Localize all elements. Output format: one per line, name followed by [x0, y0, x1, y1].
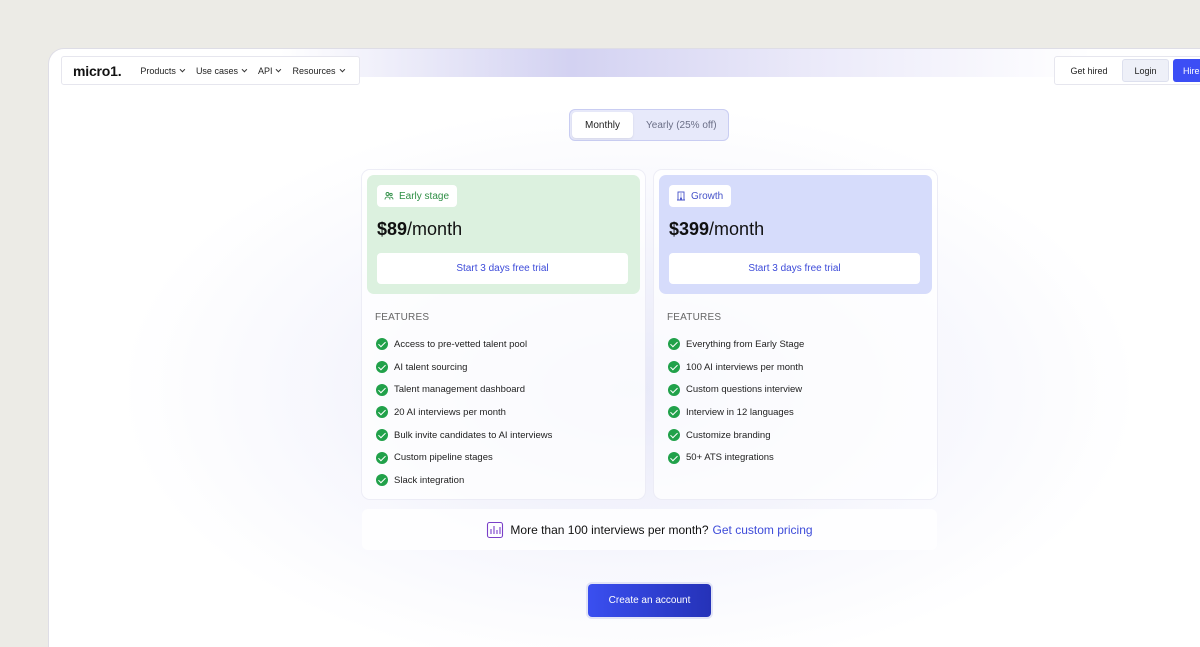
hire-button[interactable]: Hire [1173, 59, 1200, 82]
chevron-down-icon [276, 66, 282, 72]
check-circle-icon [668, 429, 680, 442]
custom-pricing-link[interactable]: Get custom pricing [713, 523, 813, 537]
features-heading: FEATURES [375, 312, 430, 323]
main-nav: micro1. Products Use cases API Resources [61, 56, 360, 85]
list-item: Interview in 12 languages [668, 401, 937, 424]
nav-products[interactable]: Products [140, 66, 186, 76]
plan-header: Growth $399/month Start 3 days free tria… [659, 175, 932, 294]
create-account-button[interactable]: Create an account [588, 584, 711, 617]
users-icon [384, 192, 394, 200]
plan-price: $89/month [377, 219, 463, 239]
plan-badge: Early stage [377, 185, 458, 207]
list-item: Slack integration [376, 469, 645, 492]
chevron-down-icon [339, 66, 345, 72]
plan-price: $399/month [669, 219, 765, 239]
check-circle-icon [668, 406, 680, 419]
list-item: 100 AI interviews per month [668, 356, 937, 379]
check-circle-icon [668, 451, 680, 464]
list-item: AI talent sourcing [376, 356, 645, 379]
browser-frame: micro1. Products Use cases API Resources… [48, 48, 1200, 647]
nav-resources[interactable]: Resources [292, 66, 345, 76]
list-item: Custom pipeline stages [376, 446, 645, 469]
feature-list: Everything from Early Stage 100 AI inter… [668, 333, 937, 469]
check-circle-icon [376, 338, 388, 351]
check-circle-icon [376, 429, 388, 442]
check-circle-icon [376, 451, 388, 464]
get-hired-button[interactable]: Get hired [1059, 66, 1119, 76]
plan-badge: Growth [669, 185, 732, 207]
list-item: Talent management dashboard [376, 378, 645, 401]
list-item: 20 AI interviews per month [376, 401, 645, 424]
list-item: Custom questions interview [668, 378, 937, 401]
feature-list: Access to pre-vetted talent pool AI tale… [376, 333, 645, 492]
billing-toggle: Monthly Yearly (25% off) [569, 109, 729, 141]
list-item: 50+ ATS integrations [668, 446, 937, 469]
toggle-monthly[interactable]: Monthly [572, 112, 633, 138]
start-trial-button[interactable]: Start 3 days free trial [377, 253, 628, 284]
check-circle-icon [376, 361, 388, 374]
check-circle-icon [668, 383, 680, 396]
custom-pricing-banner: More than 100 interviews per month? Get … [362, 509, 937, 550]
chart-icon [487, 521, 504, 538]
check-circle-icon [376, 474, 388, 487]
plan-header: Early stage $89/month Start 3 days free … [367, 175, 640, 294]
check-circle-icon [668, 361, 680, 374]
toggle-yearly[interactable]: Yearly (25% off) [646, 120, 717, 131]
start-trial-button[interactable]: Start 3 days free trial [669, 253, 920, 284]
plan-card-growth: Growth $399/month Start 3 days free tria… [654, 170, 937, 499]
list-item: Bulk invite candidates to AI interviews [376, 424, 645, 447]
features-heading: FEATURES [667, 312, 722, 323]
list-item: Everything from Early Stage [668, 333, 937, 356]
auth-nav: Get hired Login Hire [1054, 56, 1200, 85]
check-circle-icon [668, 338, 680, 351]
plan-card-early-stage: Early stage $89/month Start 3 days free … [362, 170, 645, 499]
nav-api[interactable]: API [258, 66, 282, 76]
custom-pricing-text: More than 100 interviews per month? [510, 522, 709, 537]
check-circle-icon [376, 383, 388, 396]
chevron-down-icon [241, 66, 248, 72]
check-circle-icon [376, 406, 388, 419]
nav-use-cases[interactable]: Use cases [196, 66, 248, 76]
building-icon [677, 191, 685, 201]
chevron-down-icon [179, 66, 186, 72]
login-button[interactable]: Login [1122, 59, 1169, 82]
logo[interactable]: micro1. [73, 63, 122, 79]
list-item: Customize branding [668, 424, 937, 447]
list-item: Access to pre-vetted talent pool [376, 333, 645, 356]
